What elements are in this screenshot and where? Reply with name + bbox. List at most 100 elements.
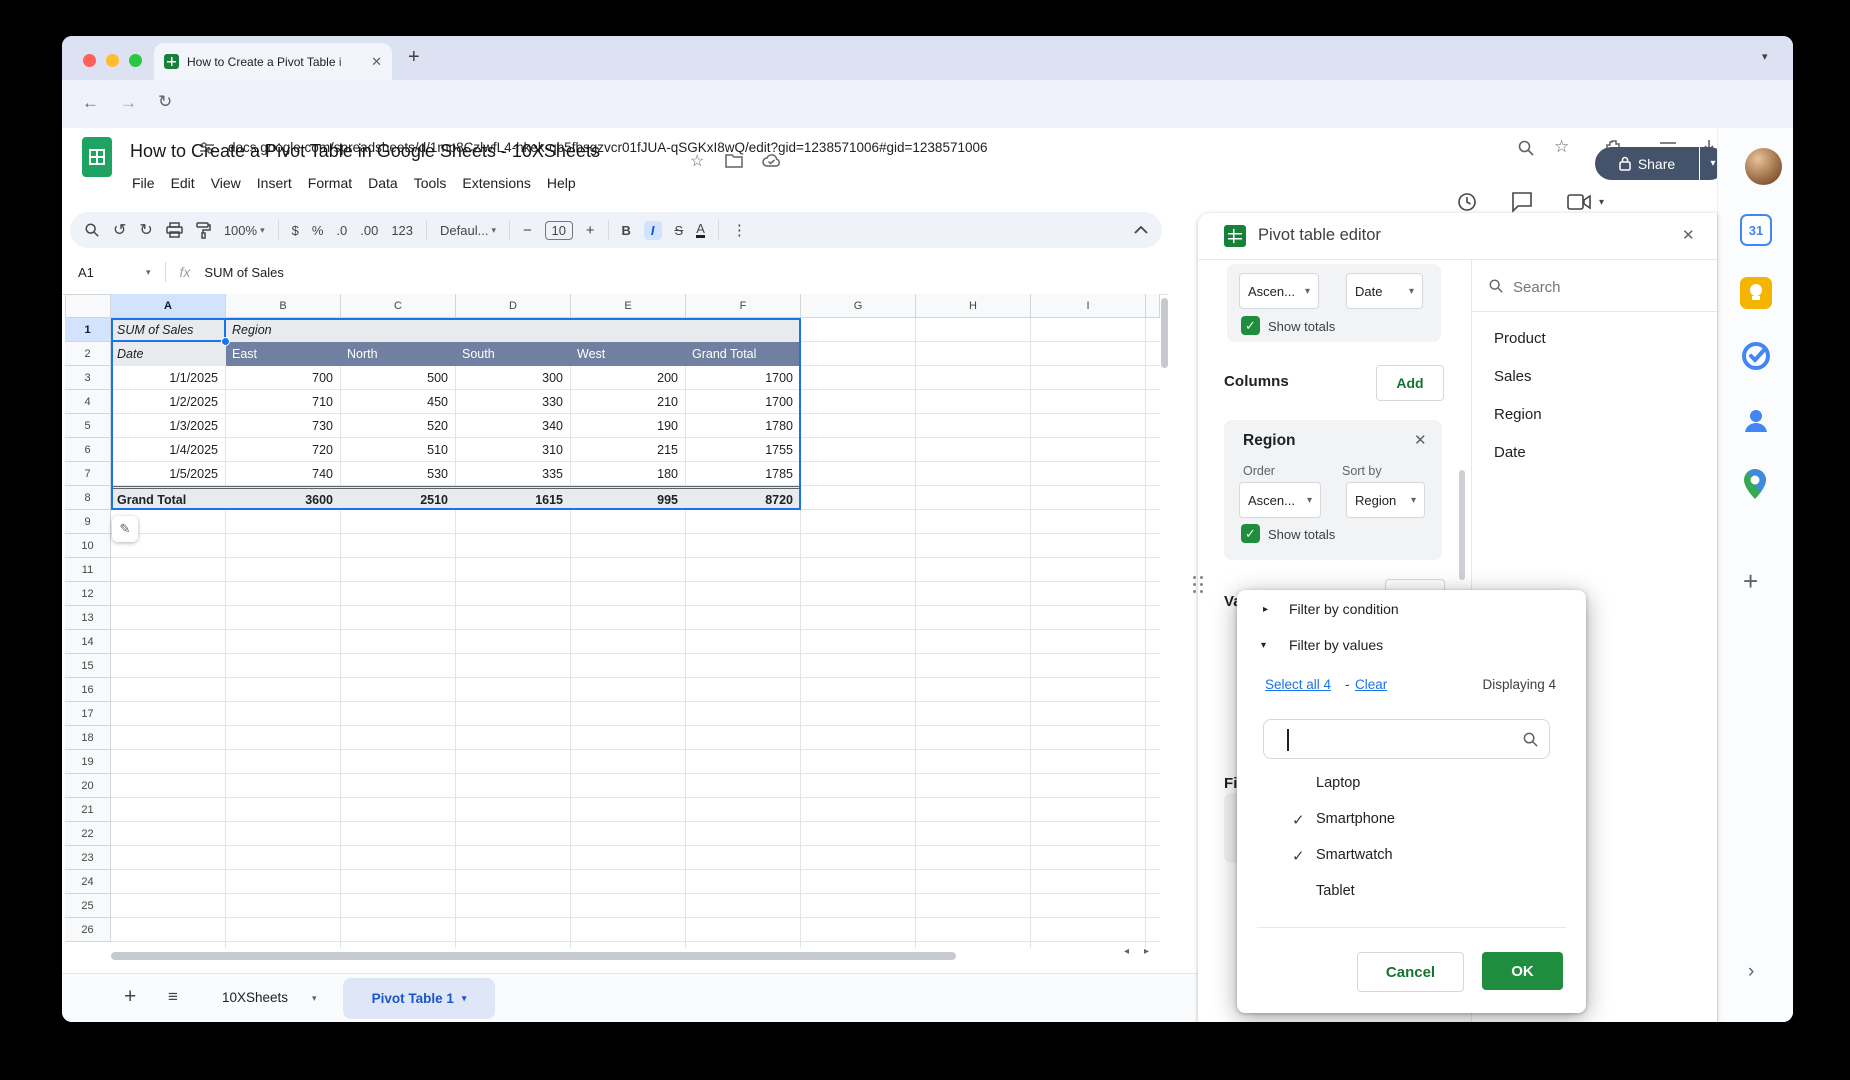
panel-scrollbar[interactable] — [1459, 470, 1465, 580]
browser-tab[interactable]: How to Create a Pivot Table i ✕ — [154, 43, 392, 80]
cell-A1[interactable]: SUM of Sales — [111, 318, 226, 342]
reload-icon[interactable]: ↻ — [158, 93, 172, 110]
cell-B1-region[interactable]: Region — [226, 318, 801, 342]
row-header-18[interactable]: 18 — [65, 726, 111, 750]
expand-rail-icon[interactable]: › — [1748, 961, 1754, 983]
menu-extensions[interactable]: Extensions — [454, 172, 538, 194]
edit-pivot-button[interactable]: ✎ — [112, 516, 138, 542]
rows-show-totals-checkbox[interactable]: ✓ — [1241, 316, 1260, 335]
cell-data-r6c3[interactable]: 310 — [456, 438, 571, 462]
horizontal-scrollbar[interactable] — [111, 952, 956, 960]
field-item-date[interactable]: Date — [1494, 444, 1526, 461]
cell-header-grand-total[interactable]: Grand Total — [686, 342, 801, 366]
strikethrough-button[interactable]: S — [675, 223, 684, 238]
window-minimize-button[interactable] — [106, 54, 119, 67]
currency-format-button[interactable]: $ — [292, 223, 299, 238]
sheet-tab-first-chevron-icon[interactable]: ▾ — [312, 993, 317, 1004]
column-header-G[interactable]: G — [801, 294, 916, 318]
zoom-select[interactable]: 100% ▾ — [224, 223, 265, 238]
tasks-icon[interactable] — [1740, 340, 1772, 372]
meet-chevron-icon[interactable]: ▾ — [1599, 197, 1604, 208]
cell-data-r3c3[interactable]: 300 — [456, 366, 571, 390]
column-header-E[interactable]: E — [571, 294, 686, 318]
menu-data[interactable]: Data — [360, 172, 406, 194]
row-header-2[interactable]: 2 — [65, 342, 111, 366]
columns-add-button[interactable]: Add — [1376, 365, 1444, 401]
row-header-13[interactable]: 13 — [65, 606, 111, 630]
tab-close-icon[interactable]: ✕ — [371, 54, 382, 70]
row-header-9[interactable]: 9 — [65, 510, 111, 534]
cell-data-r5c0[interactable]: 1/3/2025 — [111, 414, 226, 438]
menu-help[interactable]: Help — [539, 172, 584, 194]
cell-total-c1[interactable]: 3600 — [226, 486, 341, 510]
field-item-region[interactable]: Region — [1494, 406, 1542, 423]
name-box-chevron-icon[interactable]: ▾ — [146, 267, 151, 278]
increase-decimal-button[interactable]: .00 — [360, 223, 378, 238]
vertical-scrollbar[interactable] — [1161, 298, 1168, 368]
row-header-11[interactable]: 11 — [65, 558, 111, 582]
cell-data-r4c1[interactable]: 710 — [226, 390, 341, 414]
filter-item-smartwatch[interactable]: Smartwatch — [1316, 847, 1393, 863]
filter-item-laptop[interactable]: Laptop — [1316, 775, 1360, 791]
cell-data-r6c5[interactable]: 1755 — [686, 438, 801, 462]
collapse-toolbar-icon[interactable] — [1134, 226, 1148, 234]
cell-data-r6c4[interactable]: 215 — [571, 438, 686, 462]
menu-file[interactable]: File — [124, 172, 163, 194]
italic-button[interactable]: I — [643, 220, 662, 240]
scroll-left-icon[interactable]: ◂ — [1124, 946, 1129, 957]
filter-item-smartphone[interactable]: Smartphone — [1316, 811, 1395, 827]
cell-data-r3c2[interactable]: 500 — [341, 366, 456, 390]
cell-data-r7c4[interactable]: 180 — [571, 462, 686, 486]
name-box[interactable]: A1 — [78, 265, 146, 280]
menu-insert[interactable]: Insert — [249, 172, 300, 194]
cell-data-r3c0[interactable]: 1/1/2025 — [111, 366, 226, 390]
decrease-font-size-button[interactable]: − — [523, 222, 532, 239]
cell-data-r6c0[interactable]: 1/4/2025 — [111, 438, 226, 462]
row-header-26[interactable]: 26 — [65, 918, 111, 942]
add-sheet-icon[interactable]: + — [124, 985, 136, 1009]
cell-header-date[interactable]: Date — [111, 342, 226, 366]
account-avatar[interactable] — [1745, 148, 1782, 185]
menu-format[interactable]: Format — [300, 172, 360, 194]
column-header-C[interactable]: C — [341, 294, 456, 318]
row-header-12[interactable]: 12 — [65, 582, 111, 606]
columns-order-select[interactable]: Ascen... ▾ — [1239, 482, 1321, 518]
row-header-17[interactable]: 17 — [65, 702, 111, 726]
menu-tools[interactable]: Tools — [406, 172, 455, 194]
cell-data-r4c5[interactable]: 1700 — [686, 390, 801, 414]
select-all-link[interactable]: Select all 4 — [1265, 677, 1331, 692]
columns-field-remove-icon[interactable]: ✕ — [1414, 431, 1427, 449]
font-size-input[interactable]: 10 — [544, 220, 573, 240]
row-header-24[interactable]: 24 — [65, 870, 111, 894]
cell-data-r3c4[interactable]: 200 — [571, 366, 686, 390]
row-header-10[interactable]: 10 — [65, 534, 111, 558]
undo-icon[interactable]: ↺ — [113, 220, 126, 240]
row-header-5[interactable]: 5 — [65, 414, 111, 438]
comments-icon[interactable] — [1511, 191, 1533, 213]
cell-header-west[interactable]: West — [571, 342, 686, 366]
row-header-4[interactable]: 4 — [65, 390, 111, 414]
panel-resize-handle[interactable] — [1193, 576, 1203, 593]
cell-header-south[interactable]: South — [456, 342, 571, 366]
column-header-H[interactable]: H — [916, 294, 1031, 318]
cell-total-c4[interactable]: 995 — [571, 486, 686, 510]
move-folder-icon[interactable] — [725, 153, 743, 168]
cell-total-c2[interactable]: 2510 — [341, 486, 456, 510]
cell-header-east[interactable]: East — [226, 342, 341, 366]
text-color-button[interactable]: A — [696, 222, 705, 238]
cell-total-c3[interactable]: 1615 — [456, 486, 571, 510]
redo-icon[interactable]: ↻ — [139, 220, 152, 240]
increase-font-size-button[interactable]: + — [586, 222, 595, 239]
row-header-1[interactable]: 1 — [65, 318, 111, 342]
calendar-icon[interactable]: 31 — [1740, 214, 1772, 246]
cell-data-r5c2[interactable]: 520 — [341, 414, 456, 438]
filter-item-tablet[interactable]: Tablet — [1316, 883, 1355, 899]
toolbar-search-icon[interactable] — [84, 222, 100, 238]
maps-icon[interactable] — [1740, 468, 1772, 500]
cell-data-r4c3[interactable]: 330 — [456, 390, 571, 414]
select-all-corner[interactable] — [65, 294, 111, 318]
cell-data-r6c2[interactable]: 510 — [341, 438, 456, 462]
cell-data-r5c4[interactable]: 190 — [571, 414, 686, 438]
formula-value[interactable]: SUM of Sales — [204, 265, 283, 280]
row-header-23[interactable]: 23 — [65, 846, 111, 870]
